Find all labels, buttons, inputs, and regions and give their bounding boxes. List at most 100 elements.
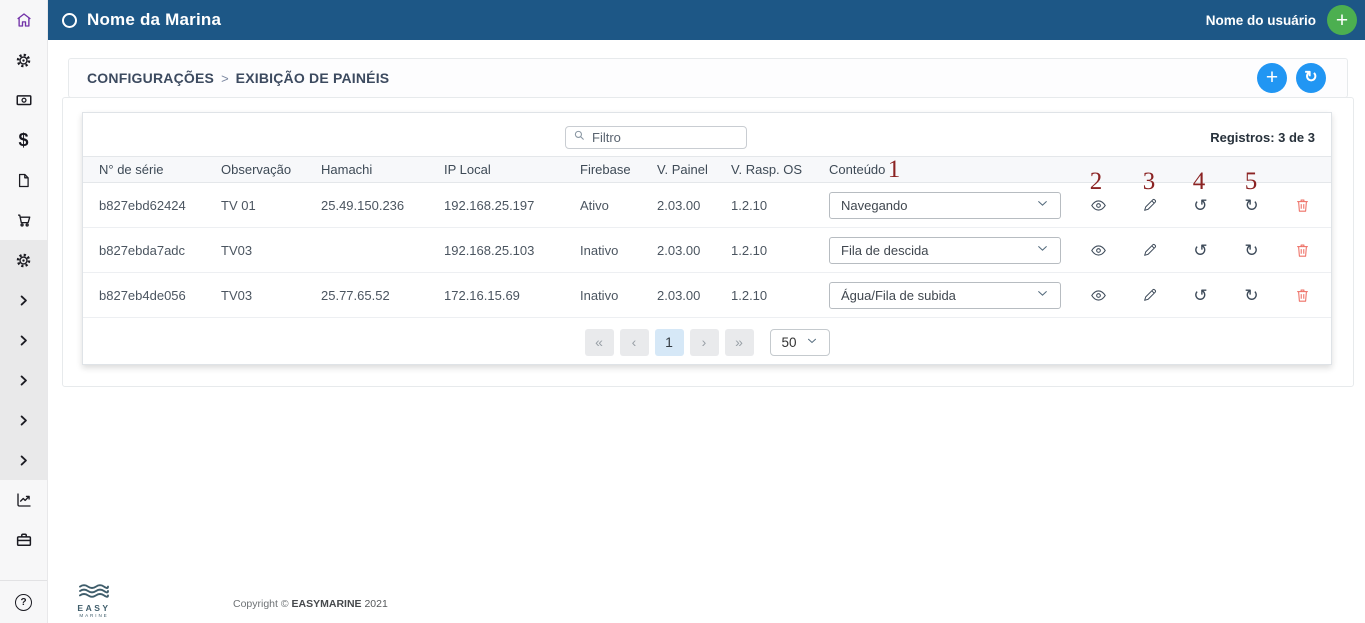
redo-rotate-icon: ↻ (1244, 242, 1258, 259)
chevron-down-icon (1036, 287, 1049, 303)
column-header-v-painel: V. Painel (657, 162, 731, 177)
shopping-cart-icon (15, 211, 33, 229)
delete-button[interactable] (1277, 197, 1328, 214)
cell-v-rasp-os: 1.2.10 (731, 243, 829, 258)
user-name[interactable]: Nome do usuário (1206, 13, 1316, 28)
sidebar-item-reports[interactable] (0, 480, 47, 520)
breadcrumb-section: CONFIGURAÇÕES (87, 70, 214, 86)
delete-button[interactable] (1277, 242, 1328, 259)
sidebar-item-documents[interactable] (0, 160, 47, 200)
breadcrumb-page: EXIBIÇÃO DE PAINÉIS (236, 70, 390, 86)
cell-hamachi: 25.77.65.52 (321, 288, 444, 303)
restart-button[interactable]: ↺ (1175, 242, 1226, 259)
cell-v-painel: 2.03.00 (657, 288, 731, 303)
search-icon (573, 129, 586, 147)
delete-button[interactable] (1277, 287, 1328, 304)
chart-line-icon (15, 491, 33, 509)
chevron-right-icon (17, 414, 30, 427)
sidebar-item-shop[interactable] (0, 200, 47, 240)
cell-serial: b827ebda7adc (99, 243, 221, 258)
sidebar-item-settings-secondary[interactable] (0, 240, 47, 280)
pagination-prev-button[interactable]: ‹ (620, 329, 649, 356)
conteudo-select[interactable]: Navegando (829, 192, 1061, 219)
restart-button[interactable]: ↺ (1175, 197, 1226, 214)
content-panel: Registros: 3 de 3 N° de série Observação… (62, 97, 1354, 387)
sidebar-divider (0, 580, 47, 581)
cell-v-painel: 2.03.00 (657, 198, 731, 213)
conteudo-select[interactable]: Fila de descida (829, 237, 1061, 264)
table-row: b827ebda7adc TV03 192.168.25.103 Inativo… (83, 228, 1331, 273)
sidebar-item-menu-5[interactable] (0, 440, 47, 480)
redo-rotate-icon: ↻ (1244, 287, 1258, 304)
edit-button[interactable] (1124, 287, 1175, 303)
pagination-page-1-button[interactable]: 1 (655, 329, 684, 356)
chevron-right-icon (17, 334, 30, 347)
pagination-first-button[interactable]: « (585, 329, 614, 356)
sidebar-item-settings[interactable] (0, 40, 47, 80)
chevron-down-icon (806, 335, 818, 350)
sidebar-item-menu-2[interactable] (0, 320, 47, 360)
column-header-v-rasp-os: V. Rasp. OS (731, 162, 829, 177)
cell-hamachi: 25.49.150.236 (321, 198, 444, 213)
pagination-next-button[interactable]: › (690, 329, 719, 356)
sidebar-item-finance[interactable]: $ (0, 120, 47, 160)
column-header-ip-local: IP Local (444, 162, 580, 177)
user-add-button[interactable]: + (1327, 5, 1357, 35)
view-button[interactable] (1073, 197, 1124, 214)
restart-button[interactable]: ↺ (1175, 287, 1226, 304)
cell-serial: b827eb4de056 (99, 288, 221, 303)
sidebar-item-services[interactable] (0, 520, 47, 560)
column-header-hamachi: Hamachi (321, 162, 444, 177)
chevron-right-icon (17, 374, 30, 387)
cell-firebase: Inativo (580, 243, 657, 258)
logo-text-marine: MARINE (74, 613, 114, 618)
chevron-right-icon (17, 294, 30, 307)
sidebar-item-help[interactable]: ? (0, 582, 47, 622)
conteudo-select[interactable]: Água/Fila de subida (829, 282, 1061, 309)
refresh-row-button[interactable]: ↻ (1226, 287, 1277, 304)
refresh-row-button[interactable]: ↻ (1226, 242, 1277, 259)
records-count: Registros: 3 de 3 (1210, 130, 1315, 145)
add-panel-button[interactable]: + (1257, 63, 1287, 93)
chevron-down-icon (1036, 197, 1049, 213)
refresh-list-button[interactable]: ↻ (1296, 63, 1326, 93)
cell-observacao: TV03 (221, 243, 321, 258)
cell-firebase: Inativo (580, 288, 657, 303)
cell-observacao: TV03 (221, 288, 321, 303)
edit-button[interactable] (1124, 197, 1175, 213)
redo-rotate-icon: ↻ (1244, 197, 1258, 214)
view-button[interactable] (1073, 287, 1124, 304)
chevron-down-icon (1036, 242, 1049, 258)
sidebar-item-menu-1[interactable] (0, 280, 47, 320)
sidebar-item-home[interactable] (0, 0, 47, 40)
sidebar: $ ? (0, 0, 48, 623)
view-button[interactable] (1073, 242, 1124, 259)
help-icon: ? (15, 594, 32, 611)
edit-button[interactable] (1124, 242, 1175, 258)
plus-icon: + (1336, 10, 1348, 31)
toolbar-actions: + ↻ (1257, 63, 1326, 93)
pagination: « ‹ 1 › » 50 (83, 318, 1331, 366)
column-header-serial: N° de série (99, 162, 221, 177)
refresh-row-button[interactable]: ↻ (1226, 197, 1277, 214)
conteudo-selected-value: Água/Fila de subida (841, 288, 956, 303)
column-header-conteudo: Conteúdo (829, 162, 1073, 177)
waves-icon (78, 585, 110, 602)
table-row: b827eb4de056 TV03 25.77.65.52 172.16.15.… (83, 273, 1331, 318)
breadcrumb-bar: CONFIGURAÇÕES > EXIBIÇÃO DE PAINÉIS + ↻ (68, 58, 1348, 98)
logo-text-easy: EASY (74, 604, 114, 612)
sidebar-item-cash[interactable] (0, 80, 47, 120)
sidebar-item-menu-4[interactable] (0, 400, 47, 440)
undo-rotate-icon: ↺ (1193, 242, 1207, 259)
cell-serial: b827ebd62424 (99, 198, 221, 213)
sidebar-item-menu-3[interactable] (0, 360, 47, 400)
conteudo-selected-value: Fila de descida (841, 243, 928, 258)
home-icon (15, 11, 33, 29)
filter-input[interactable] (592, 130, 740, 145)
page-size-select[interactable]: 50 (770, 329, 830, 356)
pagination-last-button[interactable]: » (725, 329, 754, 356)
cash-icon (15, 91, 33, 109)
breadcrumb-separator: > (221, 71, 229, 86)
table-row: b827ebd62424 TV 01 25.49.150.236 192.168… (83, 183, 1331, 228)
cell-observacao: TV 01 (221, 198, 321, 213)
